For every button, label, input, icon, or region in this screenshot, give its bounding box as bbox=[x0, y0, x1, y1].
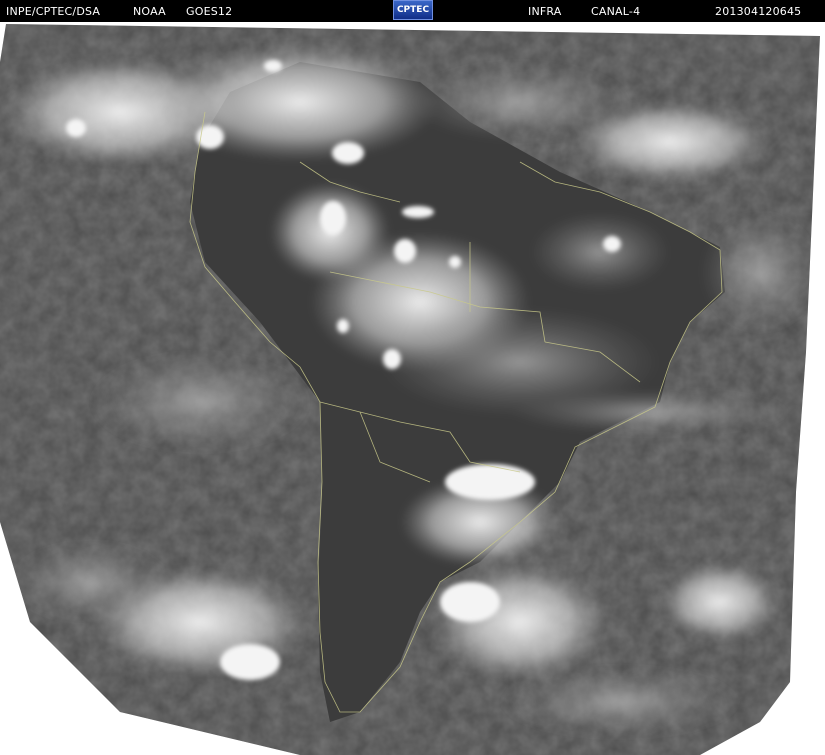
satellite-label: GOES12 bbox=[186, 5, 233, 18]
timestamp-label: 201304120645 bbox=[715, 5, 802, 18]
cptec-logo: CPTEC bbox=[393, 0, 433, 20]
band-label: INFRA bbox=[528, 5, 562, 18]
satellite-image bbox=[0, 24, 820, 755]
channel-label: CANAL-4 bbox=[591, 5, 641, 18]
agency-label: NOAA bbox=[133, 5, 166, 18]
header-bar: INPE/CPTEC/DSA NOAA GOES12 CPTEC INFRA C… bbox=[0, 0, 825, 22]
cptec-logo-text: CPTEC bbox=[396, 5, 430, 15]
source-label: INPE/CPTEC/DSA bbox=[6, 5, 101, 18]
